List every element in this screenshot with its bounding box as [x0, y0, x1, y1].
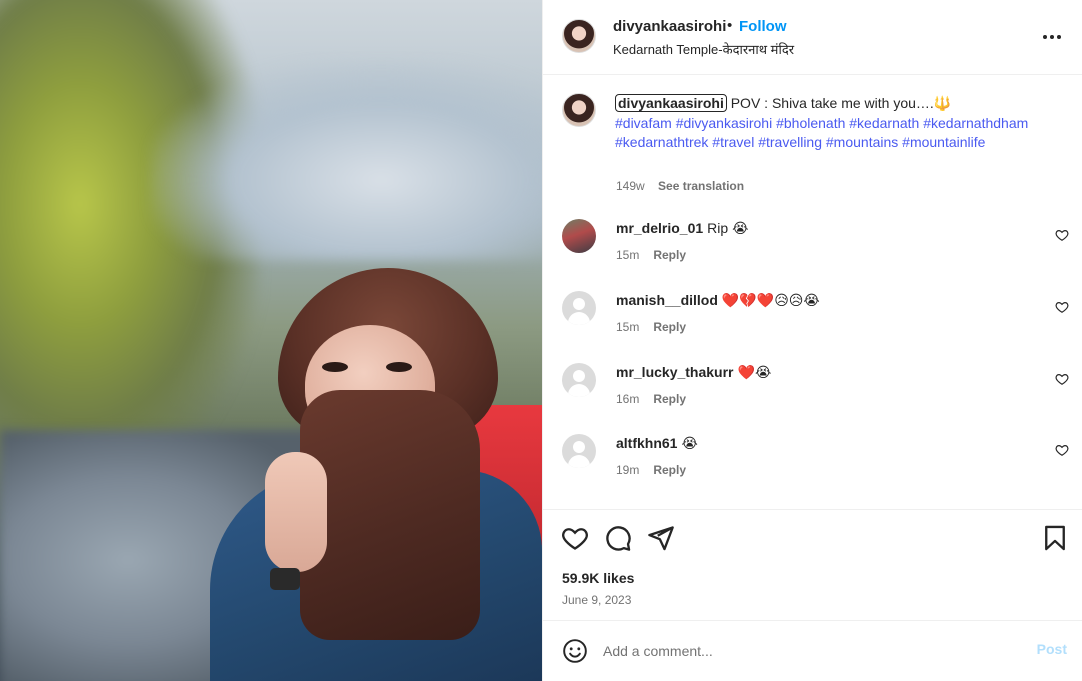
- photo-watch: [270, 568, 300, 590]
- comment-item: manish__dillod ❤️💔❤️😥😥😭 15m Reply: [543, 291, 1082, 355]
- bookmark-icon[interactable]: [1041, 524, 1069, 552]
- comment-item: altfkhn61 😭 19m Reply: [543, 434, 1082, 498]
- comment-item: mr_lucky_thakurr ❤️😭 16m Reply: [543, 363, 1082, 427]
- caption-text: POV : Shiva take me with you….🔱: [726, 95, 952, 111]
- photo-eye-left: [322, 362, 348, 372]
- comment-text: ❤️💔❤️😥😥😭: [721, 292, 820, 308]
- reply-button[interactable]: Reply: [653, 248, 686, 262]
- add-comment-bar: Post: [543, 621, 1082, 681]
- photo-scarf: [300, 390, 480, 640]
- post-details-panel: divyankaasirohi • Follow Kedarnath Templ…: [542, 0, 1082, 681]
- comment-time[interactable]: 15m: [616, 248, 639, 262]
- comment-heart-icon[interactable]: [1055, 228, 1069, 242]
- commenter-username[interactable]: manish__dillod: [616, 292, 718, 308]
- reply-button[interactable]: Reply: [653, 463, 686, 477]
- commenter-username[interactable]: altfkhn61: [616, 435, 677, 451]
- comment-text: Rip 😭: [707, 220, 749, 236]
- emoji-icon[interactable]: [562, 638, 588, 664]
- post-comment-button[interactable]: Post: [1037, 641, 1067, 657]
- more-options-icon[interactable]: [1041, 26, 1063, 46]
- see-translation-button[interactable]: See translation: [658, 179, 744, 193]
- comment-heart-icon[interactable]: [1055, 300, 1069, 314]
- comment-text: 😭: [681, 435, 698, 451]
- heart-icon[interactable]: [561, 524, 589, 552]
- photo-eye-right: [386, 362, 412, 372]
- post-actions: 59.9K likes June 9, 2023: [543, 509, 1082, 621]
- comment-text: ❤️😭: [737, 364, 772, 380]
- caption-age[interactable]: 149w: [616, 179, 645, 193]
- caption-avatar[interactable]: [562, 93, 596, 127]
- comment-time[interactable]: 19m: [616, 463, 639, 477]
- commenter-avatar[interactable]: [562, 219, 596, 253]
- comment-input[interactable]: [603, 639, 1003, 663]
- likes-count[interactable]: 59.9K likes: [562, 570, 634, 586]
- comment-heart-icon[interactable]: [1055, 372, 1069, 386]
- reply-button[interactable]: Reply: [653, 320, 686, 334]
- post-location[interactable]: Kedarnath Temple-केदारनाथ मंदिर: [613, 40, 794, 58]
- caption-username[interactable]: divyankaasirohi: [615, 94, 727, 112]
- author-username[interactable]: divyankaasirohi: [613, 18, 726, 35]
- photo-hand: [265, 452, 327, 572]
- follow-button[interactable]: Follow: [739, 18, 787, 35]
- comment-item: mr_delrio_01 Rip 😭 15m Reply: [543, 219, 1082, 283]
- comment-heart-icon[interactable]: [1055, 443, 1069, 457]
- caption-hashtags[interactable]: #divafam #divyankasirohi #bholenath #ked…: [615, 115, 1028, 151]
- commenter-username[interactable]: mr_lucky_thakurr: [616, 364, 734, 380]
- post-photo[interactable]: [0, 0, 542, 681]
- comment-icon[interactable]: [604, 524, 632, 552]
- commenter-avatar[interactable]: [562, 434, 596, 468]
- author-avatar[interactable]: [562, 19, 596, 53]
- photo-snow-peaks: [150, 60, 542, 260]
- commenter-avatar[interactable]: [562, 363, 596, 397]
- post-date: June 9, 2023: [562, 593, 632, 607]
- commenter-avatar[interactable]: [562, 291, 596, 325]
- comment-time[interactable]: 16m: [616, 392, 639, 406]
- separator-dot: •: [727, 17, 733, 34]
- share-icon[interactable]: [647, 524, 675, 552]
- commenter-username[interactable]: mr_delrio_01: [616, 220, 703, 236]
- comments-list[interactable]: divyankaasirohi POV : Shiva take me with…: [543, 75, 1082, 509]
- comment-time[interactable]: 15m: [616, 320, 639, 334]
- post-header: divyankaasirohi • Follow Kedarnath Templ…: [543, 0, 1082, 75]
- reply-button[interactable]: Reply: [653, 392, 686, 406]
